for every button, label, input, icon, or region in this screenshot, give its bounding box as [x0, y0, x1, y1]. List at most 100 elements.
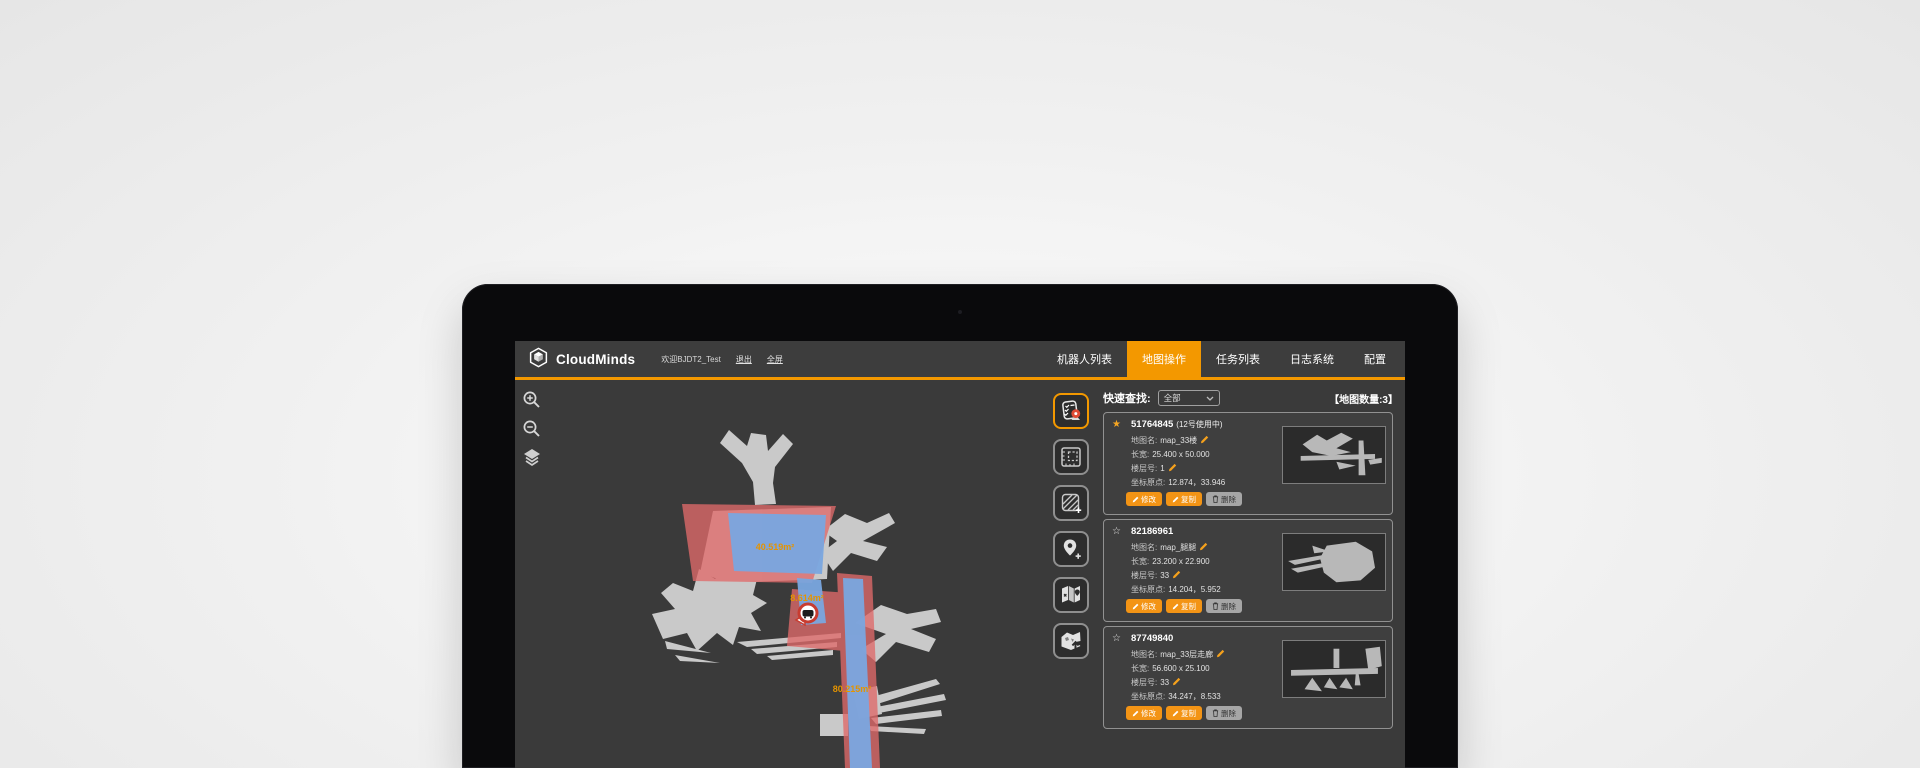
field-label: 长宽: [1131, 663, 1149, 674]
map-size: 56.600 x 25.100 [1152, 664, 1209, 673]
field-label: 楼层号: [1131, 570, 1157, 581]
copy-map-button[interactable]: 复制 [1166, 706, 1202, 720]
edit-map-button[interactable]: 修改 [1126, 599, 1162, 613]
tab-robot-list[interactable]: 机器人列表 [1042, 341, 1127, 377]
field-label: 长宽: [1131, 556, 1149, 567]
edit-icon[interactable] [1200, 435, 1209, 446]
logout-link[interactable]: 退出 [736, 354, 752, 365]
filter-dropdown[interactable]: 全部 [1158, 390, 1220, 406]
edit-label: 修改 [1141, 708, 1156, 719]
main-nav: 机器人列表 地图操作 任务列表 日志系统 配置 [1042, 341, 1401, 377]
map-id: 82186961 [1131, 526, 1173, 537]
edit-icon[interactable] [1216, 649, 1225, 660]
edit-map-button[interactable]: 修改 [1126, 492, 1162, 506]
map-size: 25.400 x 50.000 [1152, 450, 1209, 459]
field-label: 坐标原点: [1131, 691, 1165, 702]
favorite-star-icon[interactable]: ☆ [1112, 526, 1131, 537]
map-id: 87749840 [1131, 633, 1173, 644]
panel-head: 快速查找: 全部 【地图数量:3】 [1100, 388, 1400, 408]
session-links: 欢迎BJDT2_Test 退出 全屏 [661, 341, 783, 377]
map-origin: 34.247，8.533 [1168, 691, 1221, 702]
field-label: 楼层号: [1131, 677, 1157, 688]
field-label: 楼层号: [1131, 463, 1157, 474]
map-thumbnail[interactable] [1282, 533, 1386, 591]
edit-label: 修改 [1141, 601, 1156, 612]
fullscreen-link[interactable]: 全屏 [767, 354, 783, 365]
map-card[interactable]: ☆ 87749840 地图名:map_33层走廊 长宽:56.600 x 25.… [1103, 626, 1393, 729]
copy-label: 复制 [1181, 494, 1196, 505]
map-floor: 33 [1160, 571, 1169, 580]
side-toolbar [1053, 393, 1089, 659]
tab-task-list[interactable]: 任务列表 [1201, 341, 1275, 377]
chevron-down-icon [1206, 393, 1214, 403]
copy-label: 复制 [1181, 601, 1196, 612]
brand: CloudMinds [515, 341, 635, 377]
delete-label: 删除 [1221, 708, 1236, 719]
quick-search-label: 快速查找: [1103, 390, 1151, 406]
card-actions: 修改 复制 删除 [1104, 706, 1392, 720]
map-size: 23.200 x 22.900 [1152, 557, 1209, 566]
copy-label: 复制 [1181, 708, 1196, 719]
map-id: 51764845 [1131, 419, 1173, 430]
scan-measure-icon[interactable] [1053, 439, 1089, 475]
tab-config[interactable]: 配置 [1349, 341, 1401, 377]
area-label-1: 40.519m² [756, 542, 795, 552]
app-header: CloudMinds 欢迎BJDT2_Test 退出 全屏 机器人列表 地图操作… [515, 341, 1405, 380]
tab-map-operations[interactable]: 地图操作 [1127, 341, 1201, 377]
app-screen: CloudMinds 欢迎BJDT2_Test 退出 全屏 机器人列表 地图操作… [515, 341, 1405, 768]
map-floor: 1 [1160, 464, 1164, 473]
patrol-point-list-icon[interactable] [1053, 393, 1089, 429]
cloudminds-logo-icon [528, 347, 549, 371]
delete-map-button[interactable]: 删除 [1206, 492, 1242, 506]
map-thumbnail[interactable] [1282, 426, 1386, 484]
delete-map-button[interactable]: 删除 [1206, 599, 1242, 613]
favorite-star-icon[interactable]: ☆ [1112, 633, 1131, 644]
delete-map-button[interactable]: 删除 [1206, 706, 1242, 720]
delete-label: 删除 [1221, 601, 1236, 612]
edit-icon[interactable] [1199, 542, 1208, 553]
card-actions: 修改 复制 删除 [1104, 599, 1392, 613]
field-label: 地图名: [1131, 435, 1157, 446]
filter-value: 全部 [1164, 392, 1181, 404]
map-name: map_33楼 [1160, 435, 1197, 446]
add-hatched-area-icon[interactable] [1053, 485, 1089, 521]
add-location-pin-icon[interactable] [1053, 531, 1089, 567]
field-label: 长宽: [1131, 449, 1149, 460]
tab-log-system[interactable]: 日志系统 [1275, 341, 1349, 377]
edit-map-button[interactable]: 修改 [1126, 706, 1162, 720]
map-tools [522, 390, 542, 468]
laptop-frame: CloudMinds 欢迎BJDT2_Test 退出 全屏 机器人列表 地图操作… [462, 284, 1458, 768]
field-label: 坐标原点: [1131, 477, 1165, 488]
edit-icon[interactable] [1168, 463, 1177, 474]
favorite-star-icon[interactable]: ★ [1112, 419, 1131, 430]
area-label-2: 8.614m² [790, 593, 824, 603]
copy-map-button[interactable]: 复制 [1166, 492, 1202, 506]
card-actions: 修改 复制 删除 [1104, 492, 1392, 506]
map-name: map_腿腿 [1160, 542, 1196, 553]
field-label: 地图名: [1131, 649, 1157, 660]
zoom-out-icon[interactable] [522, 419, 542, 439]
map-origin: 14.204，5.952 [1168, 584, 1221, 595]
map-list-panel: 快速查找: 全部 【地图数量:3】 ★ 51764845 (12号使用中) 地图 [1100, 388, 1400, 729]
map-card[interactable]: ☆ 82186961 地图名:map_腿腿 长宽:23.200 x 22.900… [1103, 519, 1393, 622]
map-marker-icon[interactable] [1053, 577, 1089, 613]
map-in-use-note: (12号使用中) [1176, 419, 1222, 430]
map-count-badge: 【地图数量:3】 [1329, 391, 1398, 406]
edit-label: 修改 [1141, 494, 1156, 505]
welcome-text: 欢迎BJDT2_Test [661, 354, 721, 365]
map-origin: 12.874，33.946 [1168, 477, 1225, 488]
layers-icon[interactable] [522, 448, 542, 468]
copy-map-button[interactable]: 复制 [1166, 599, 1202, 613]
zoom-in-icon[interactable] [522, 390, 542, 410]
map-upload-icon[interactable] [1053, 623, 1089, 659]
edit-icon[interactable] [1172, 677, 1181, 688]
delete-label: 删除 [1221, 494, 1236, 505]
map-card[interactable]: ★ 51764845 (12号使用中) 地图名:map_33楼 长宽:25.40… [1103, 412, 1393, 515]
map-floor: 33 [1160, 678, 1169, 687]
brand-name: CloudMinds [556, 352, 635, 367]
map-name: map_33层走廊 [1160, 649, 1213, 660]
field-label: 地图名: [1131, 542, 1157, 553]
webcam-dot [958, 310, 962, 314]
map-thumbnail[interactable] [1282, 640, 1386, 698]
edit-icon[interactable] [1172, 570, 1181, 581]
